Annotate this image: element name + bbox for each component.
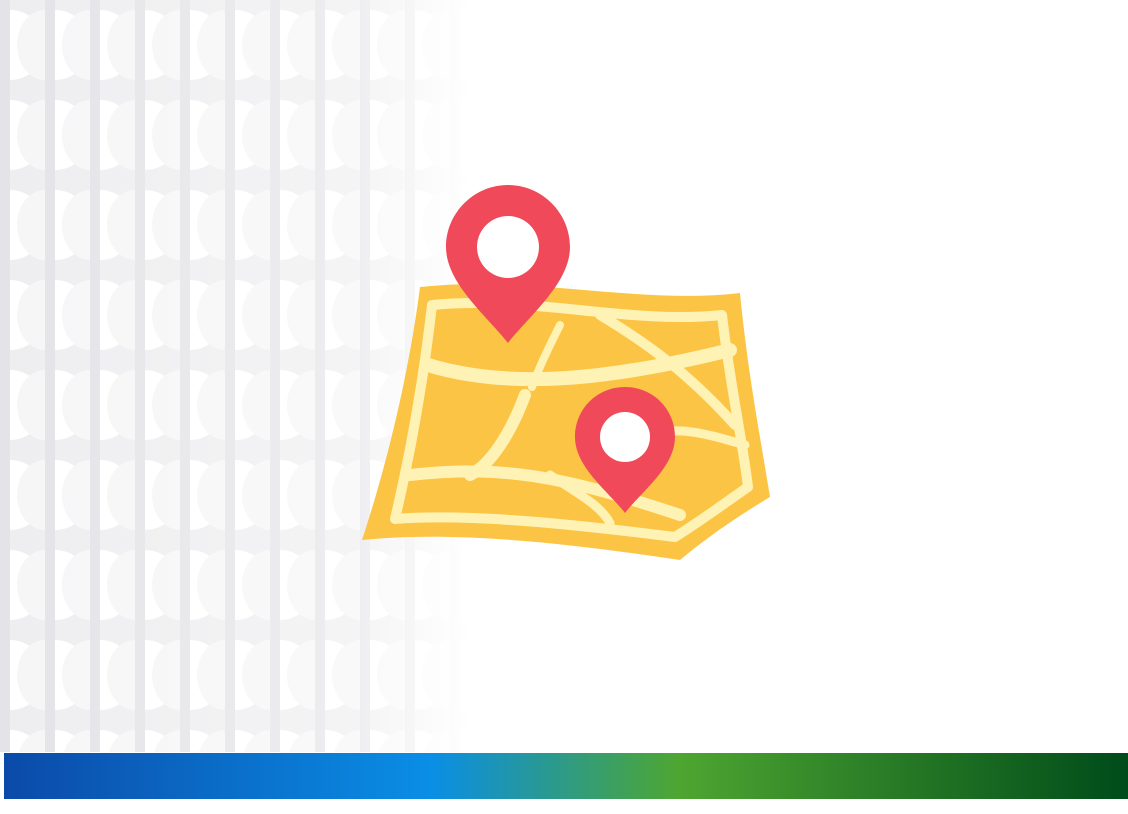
bottom-margin [0,799,1128,814]
illustration-frame [0,0,1128,814]
brand-gradient-bar [4,753,1128,799]
folded-map-icon [362,185,770,560]
